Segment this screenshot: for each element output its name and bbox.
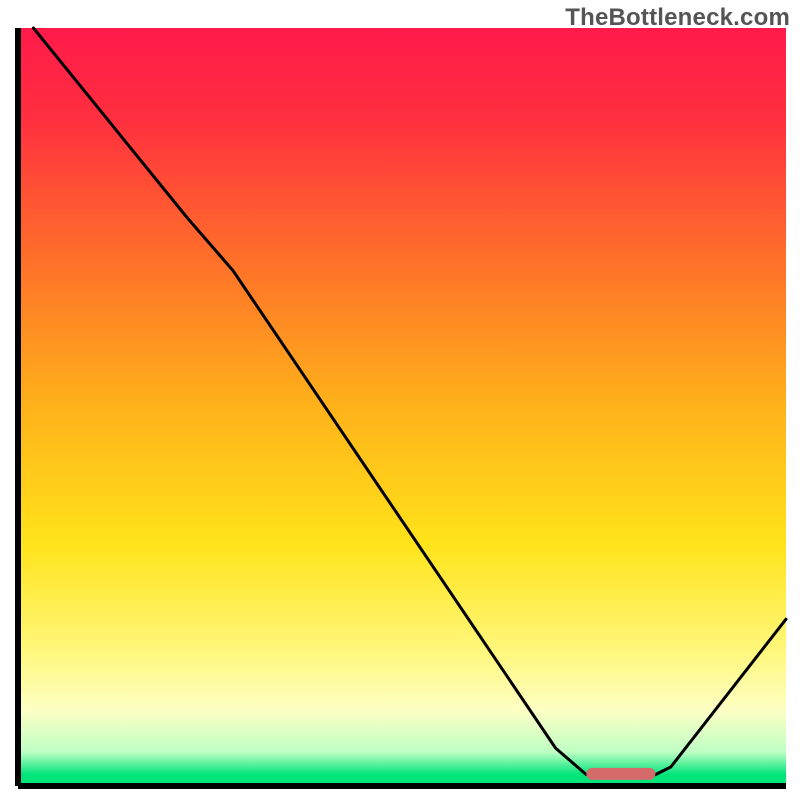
watermark-text: TheBottleneck.com — [565, 4, 790, 32]
gradient-background — [18, 28, 786, 786]
bottleneck-chart — [0, 0, 800, 800]
optimal-range-marker — [586, 768, 655, 780]
chart-container: TheBottleneck.com — [0, 0, 800, 800]
